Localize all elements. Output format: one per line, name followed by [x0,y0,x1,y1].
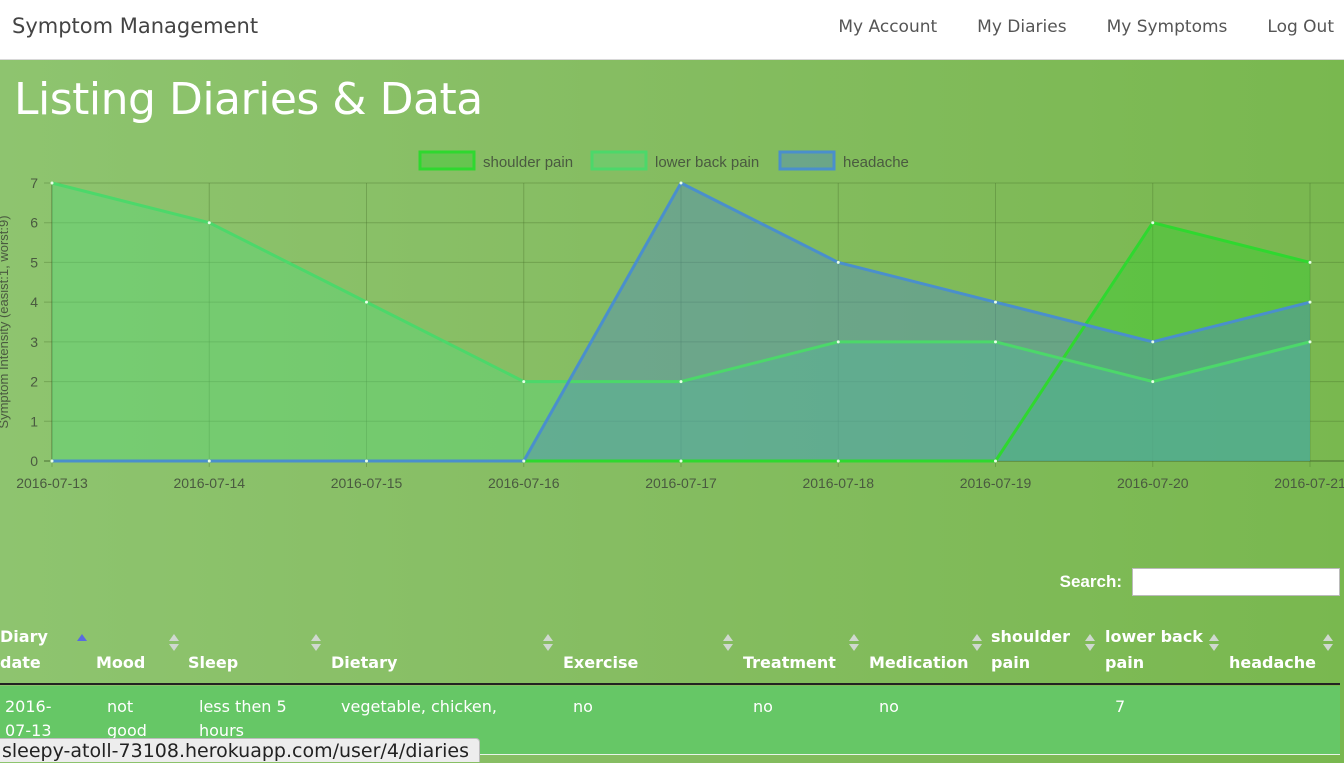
data-point [1151,380,1155,384]
column-header-label: headache [1229,653,1317,672]
y-axis-label: Symptom Intensity (easist:1, worst:9) [0,215,11,428]
search-box: Search: [1060,568,1340,596]
search-input[interactable] [1132,568,1340,596]
column-header-shoulder-pain[interactable]: shoulder pain [991,620,1097,682]
status-bar-url: sleepy-atoll-73108.herokuapp.com/user/4/… [0,738,480,762]
cell-lower-back-pain: 7 [1115,697,1126,716]
data-point [1308,300,1312,304]
column-header-label: Sleep [188,653,239,672]
data-point [994,340,997,344]
cell-treatment: no [753,697,773,716]
column-header-treatment[interactable]: Treatment [743,620,861,682]
table-header-divider [0,683,1340,685]
x-tick-label: 2016-07-13 [16,475,88,491]
sort-icon [1323,634,1333,654]
nav-log-out[interactable]: Log Out [1267,17,1334,37]
column-header-medication[interactable]: Medication [869,620,983,682]
data-point [836,340,840,344]
sort-icon [723,634,733,654]
column-header-sleep[interactable]: Sleep [188,620,324,682]
data-point [679,181,683,185]
data-point [365,300,368,304]
sort-icon [543,634,553,654]
data-point [994,300,997,304]
legend-label: lower back pain [655,154,759,171]
nav-my-account[interactable]: My Account [838,17,937,37]
column-header-label: Diary date [0,627,48,672]
data-point [679,459,683,463]
sort-ascending-icon [77,634,87,654]
column-header-label: Mood [96,653,146,672]
data-point [994,459,997,463]
x-tick-label: 2016-07-18 [802,475,874,491]
nav-my-symptoms[interactable]: My Symptoms [1107,17,1228,37]
column-header-label: lower back pain [1105,627,1203,672]
data-point [1308,340,1312,344]
sort-icon [849,634,859,654]
cell-diary-date: 2016- 07-13 [5,697,52,740]
y-tick-label: 1 [30,413,38,429]
sort-icon [1209,634,1219,654]
legend-swatch [590,150,648,171]
sort-icon [972,634,982,654]
data-point [522,380,526,384]
y-tick-label: 7 [30,175,38,191]
data-point [207,221,211,225]
x-tick-label: 2016-07-16 [488,475,560,491]
column-header-dietary[interactable]: Dietary [331,620,555,682]
x-tick-label: 2016-07-17 [645,475,717,491]
data-point [207,459,211,463]
cell-mood: not good [107,697,147,740]
column-header-label: shoulder pain [991,627,1070,672]
sort-icon [169,634,179,654]
sort-icon [311,634,321,654]
cell-sleep: less then 5 hours [199,697,287,740]
column-header-label: Treatment [743,653,836,672]
data-point [1308,260,1312,264]
y-tick-label: 5 [30,254,38,270]
y-tick-label: 4 [30,294,38,310]
data-point [1151,221,1155,225]
data-point [522,459,526,463]
x-tick-label: 2016-07-20 [1117,475,1189,491]
data-point [1151,340,1155,344]
column-header-lower-back-pain[interactable]: lower back pain [1105,620,1221,682]
column-header-diary-date[interactable]: Diary date [0,620,90,682]
legend-swatch [778,150,836,171]
symptom-chart: 0 1 2 3 4 5 6 7 2016-07-13 2016-07-14 2016-07-15 20… [0,150,1344,491]
column-header-mood[interactable]: Mood [96,620,184,682]
navbar: Symptom Management My Account My Diaries… [0,0,1344,60]
legend-swatch [418,150,476,171]
page-title: Listing Diaries & Data [14,74,483,125]
nav-links: My Account My Diaries My Symptoms Log Ou… [798,17,1334,37]
data-point [679,380,683,384]
search-label: Search: [1059,572,1122,591]
legend-label: headache [843,154,909,171]
column-header-label: Medication [869,653,969,672]
legend-label: shoulder pain [483,154,573,171]
y-tick-label: 3 [30,334,38,350]
y-tick-label: 0 [30,453,38,469]
column-header-headache[interactable]: headache [1229,620,1339,682]
x-tick-label: 2016-07-21 [1274,475,1344,491]
x-tick-label: 2016-07-19 [960,475,1032,491]
cell-exercise: no [573,697,593,716]
data-point [836,459,840,463]
y-tick-label: 6 [30,215,38,231]
cell-medication: no [879,697,899,716]
brand-link[interactable]: Symptom Management [12,14,258,38]
nav-my-diaries[interactable]: My Diaries [977,17,1066,37]
data-point [50,459,54,463]
x-tick-label: 2016-07-15 [331,475,403,491]
data-point [365,459,368,463]
y-tick-label: 2 [30,374,38,390]
x-tick-label: 2016-07-14 [173,475,245,491]
data-point [836,260,840,264]
data-point [50,181,54,185]
sort-icon [1085,634,1095,654]
column-header-exercise[interactable]: Exercise [563,620,735,682]
cell-dietary: vegetable, chicken, [341,697,497,716]
column-header-label: Exercise [563,653,639,672]
column-header-label: Dietary [331,653,398,672]
